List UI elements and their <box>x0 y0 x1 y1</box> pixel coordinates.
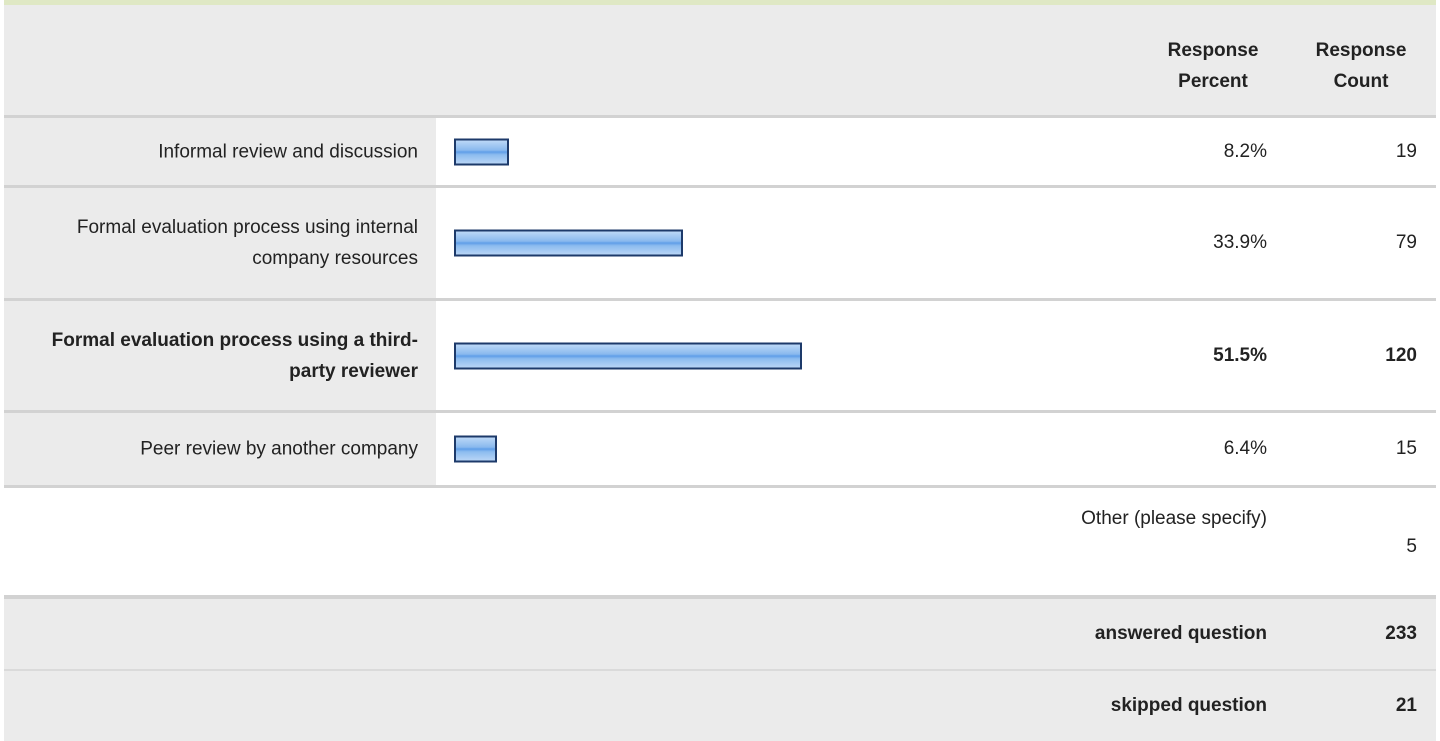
table-row: Informal review and discussion 8.2% 19 <box>4 118 1436 185</box>
answered-value: 233 <box>1385 623 1417 644</box>
answer-label: Informal review and discussion <box>158 141 418 162</box>
percent-value: 6.4% <box>1223 438 1267 459</box>
percent-value: 51.5% <box>1213 344 1267 366</box>
skipped-label: skipped question <box>1110 695 1267 716</box>
bar <box>454 435 497 463</box>
bar-cell <box>436 413 1436 485</box>
table-header: Response Percent Response Count <box>4 5 1436 115</box>
bar <box>454 229 683 257</box>
table-row: Formal evaluation process using internal… <box>4 188 1436 298</box>
bar <box>454 342 802 369</box>
answer-label-cell: Peer review by another company <box>4 413 436 485</box>
answer-label-cell: Informal review and discussion <box>4 118 436 185</box>
response-count-header: Response Count <box>1315 40 1407 92</box>
table-row: Formal evaluation process using a third-… <box>4 301 1436 410</box>
other-label: Other (please specify) <box>1081 508 1267 529</box>
percent-value: 33.9% <box>1213 232 1267 253</box>
count-value: 120 <box>1385 344 1417 366</box>
percent-value: 8.2% <box>1223 140 1267 162</box>
bar-cell <box>436 188 1436 298</box>
answer-label: Peer review by another company <box>140 438 418 460</box>
answer-label-cell: Formal evaluation process using a third-… <box>4 301 436 410</box>
count-value: 19 <box>1395 140 1417 162</box>
bar <box>454 138 509 165</box>
skipped-row: skipped question 21 <box>4 671 1436 741</box>
response-percent-header: Response Percent <box>1167 40 1259 92</box>
answer-label-cell: Formal evaluation process using internal… <box>4 188 436 298</box>
answer-label: Formal evaluation process using a third-… <box>51 329 418 382</box>
other-row: Other (please specify) 5 <box>4 488 1436 595</box>
skipped-value: 21 <box>1395 695 1417 716</box>
count-value: 79 <box>1395 232 1417 253</box>
table-row: Peer review by another company 6.4% 15 <box>4 413 1436 485</box>
answered-label: answered question <box>1094 623 1267 644</box>
bar-cell <box>436 118 1436 185</box>
answered-row: answered question 233 <box>4 599 1436 669</box>
survey-results-table: Response Percent Response Count Informal… <box>0 0 1440 741</box>
count-value: 15 <box>1395 438 1417 459</box>
other-count: 5 <box>1406 536 1417 557</box>
answer-label: Formal evaluation process using internal… <box>76 217 418 269</box>
bar-cell <box>436 301 1436 410</box>
